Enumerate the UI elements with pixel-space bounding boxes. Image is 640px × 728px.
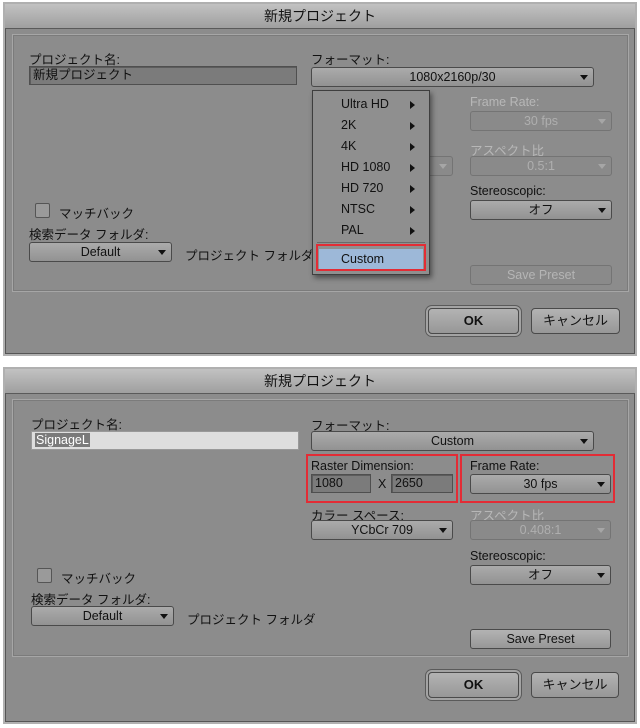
chevron-down-icon	[160, 614, 168, 619]
ok-button[interactable]: OK	[428, 672, 519, 698]
search-folder-value: Default	[82, 609, 123, 623]
chevron-down-icon	[598, 208, 606, 213]
chevron-right-icon	[410, 206, 415, 214]
stereoscopic-label: Stereoscopic:	[470, 184, 546, 198]
format-select[interactable]: 1080x2160p/30	[311, 67, 594, 87]
new-project-dialog-bottom: 新規プロジェクト プロジェクト名: SignageL フォーマット: Custo…	[3, 367, 637, 724]
cancel-button[interactable]: キャンセル	[531, 308, 620, 334]
menu-item-2k[interactable]: 2K	[313, 115, 429, 136]
frame-rate-label: Frame Rate:	[470, 95, 540, 109]
cancel-button[interactable]: キャンセル	[531, 672, 619, 698]
search-folder-select[interactable]: Default	[29, 242, 172, 262]
aspect-ratio-value: 0.5:1	[527, 159, 555, 173]
color-space-select[interactable]: YCbCr 709	[311, 520, 453, 540]
stereoscopic-select[interactable]: オフ	[470, 565, 611, 585]
project-folder-label: プロジェクト フォルダ	[187, 613, 316, 627]
raster-width-field[interactable]: 1080	[311, 474, 371, 493]
chevron-right-icon	[410, 101, 415, 109]
menu-item-ultra-hd[interactable]: Ultra HD	[313, 94, 429, 115]
chevron-down-icon	[439, 528, 447, 533]
chevron-right-icon	[410, 143, 415, 151]
search-folder-label: 検索データ フォルダ:	[29, 228, 149, 242]
stereoscopic-value: オフ	[528, 203, 554, 217]
project-name-field[interactable]: SignageL	[31, 431, 299, 450]
frame-rate-value: 30 fps	[523, 477, 558, 491]
chevron-down-icon	[598, 164, 606, 169]
project-name-value: SignageL	[35, 433, 90, 447]
format-label: フォーマット:	[311, 53, 390, 67]
save-preset-button[interactable]: Save Preset	[470, 629, 611, 649]
chevron-right-icon	[410, 227, 415, 235]
menu-item-hd-1080[interactable]: HD 1080	[313, 157, 429, 178]
color-space-value: YCbCr 709	[351, 523, 413, 537]
chevron-down-icon	[597, 482, 605, 487]
aspect-ratio-value: 0.408:1	[519, 523, 562, 537]
menu-item-4k[interactable]: 4K	[313, 136, 429, 157]
custom-highlight-box	[316, 244, 426, 271]
color-space-select-hidden	[427, 156, 453, 176]
aspect-ratio-select[interactable]: 0.5:1	[470, 156, 612, 176]
chevron-down-icon	[597, 528, 605, 533]
search-folder-select[interactable]: Default	[31, 606, 174, 626]
chevron-down-icon	[597, 573, 605, 578]
chevron-right-icon	[410, 122, 415, 130]
stereoscopic-select[interactable]: オフ	[470, 200, 612, 220]
save-preset-button[interactable]: Save Preset	[470, 265, 612, 285]
stereoscopic-value: オフ	[527, 568, 553, 582]
ok-button[interactable]: OK	[428, 308, 519, 334]
search-folder-value: Default	[80, 245, 121, 259]
chevron-down-icon	[580, 75, 588, 80]
chevron-down-icon	[158, 250, 166, 255]
aspect-ratio-select[interactable]: 0.408:1	[470, 520, 611, 540]
new-project-dialog-top: 新規プロジェクト プロジェクト名: 新規プロジェクト フォーマット: 1080x…	[3, 2, 637, 356]
chevron-right-icon	[410, 185, 415, 193]
menu-separator	[317, 242, 425, 243]
chevron-down-icon	[439, 164, 447, 169]
format-select-value: Custom	[430, 434, 475, 448]
raster-height-field[interactable]: 2650	[391, 474, 453, 493]
frame-rate-select[interactable]: 30 fps	[470, 474, 611, 494]
dialog-title: 新規プロジェクト	[5, 4, 635, 29]
frame-rate-label: Frame Rate:	[470, 459, 540, 473]
format-select[interactable]: Custom	[311, 431, 594, 451]
stereoscopic-label: Stereoscopic:	[470, 549, 546, 563]
menu-item-ntsc[interactable]: NTSC	[313, 199, 429, 220]
dialog-title: 新規プロジェクト	[5, 369, 635, 394]
chevron-down-icon	[598, 119, 606, 124]
chevron-down-icon	[580, 439, 588, 444]
frame-rate-value: 30 fps	[523, 114, 559, 128]
frame-rate-select[interactable]: 30 fps	[470, 111, 612, 131]
raster-x-label: X	[378, 477, 387, 491]
raster-dimension-label: Raster Dimension:	[311, 459, 414, 473]
chevron-right-icon	[410, 164, 415, 172]
menu-item-pal[interactable]: PAL	[313, 220, 429, 241]
project-folder-label: プロジェクト フォルダ	[185, 249, 314, 263]
format-select-value: 1080x2160p/30	[409, 70, 496, 84]
matchback-checkbox[interactable]	[35, 203, 50, 218]
matchback-label: マッチバック	[59, 207, 135, 221]
matchback-label: マッチバック	[61, 572, 137, 586]
menu-item-hd-720[interactable]: HD 720	[313, 178, 429, 199]
matchback-checkbox[interactable]	[37, 568, 52, 583]
project-name-field[interactable]: 新規プロジェクト	[29, 66, 297, 85]
